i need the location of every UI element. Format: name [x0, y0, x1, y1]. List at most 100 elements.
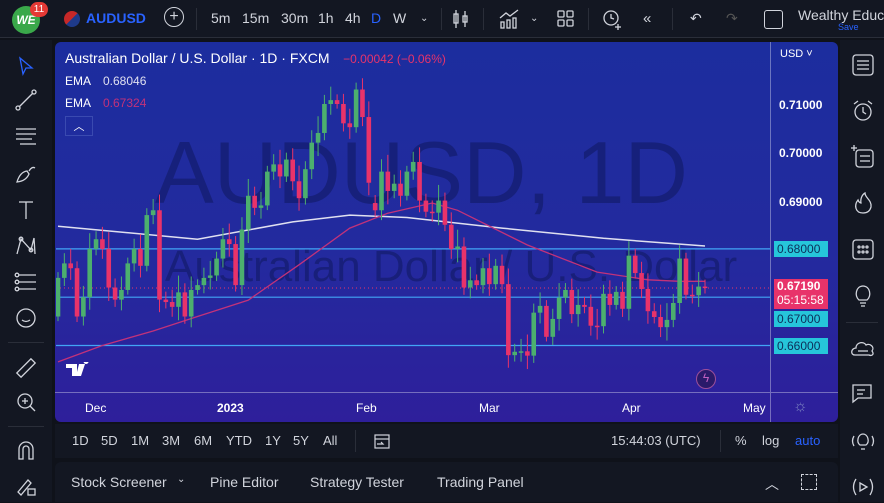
range-all[interactable]: All	[323, 433, 337, 448]
currency-selector[interactable]: USD ˅	[780, 48, 813, 60]
ema2-label[interactable]: EMA	[65, 96, 103, 110]
redo-icon[interactable]: ↷	[726, 10, 738, 27]
candle-body	[372, 203, 378, 211]
range-1m[interactable]: 1M	[131, 433, 149, 448]
layout-grid-icon[interactable]	[557, 10, 575, 28]
candle-body	[423, 200, 429, 212]
interval-w[interactable]: W	[393, 10, 406, 26]
text-icon[interactable]	[14, 198, 38, 222]
candle-body	[245, 195, 251, 230]
chevron-up-icon[interactable]: ︿	[765, 474, 779, 494]
tab-trading-panel[interactable]: Trading Panel	[437, 474, 524, 490]
candle-body	[303, 169, 308, 199]
candle-body	[518, 351, 524, 353]
candle-body	[417, 161, 422, 201]
tab-pine-editor[interactable]: Pine Editor	[210, 474, 278, 490]
price-axis[interactable]: USD ˅ 0.71000 0.70000 0.69000 0.68000 0.…	[770, 42, 838, 392]
indicators-icon[interactable]	[498, 9, 520, 29]
candle-body	[233, 244, 238, 286]
goto-date-icon[interactable]	[373, 432, 391, 450]
clock-time[interactable]: 15:44:03 (UTC)	[611, 433, 701, 448]
time-axis[interactable]: Dec 2023 Feb Mar Apr May ☼	[55, 392, 838, 422]
pattern-icon[interactable]	[14, 234, 38, 258]
chevron-down-icon[interactable]: ⌄	[420, 13, 428, 24]
maximize-icon[interactable]	[801, 474, 817, 490]
calendar-icon[interactable]	[850, 236, 876, 262]
candle-body	[176, 292, 181, 307]
candles-icon[interactable]	[452, 9, 470, 29]
range-5d[interactable]: 5D	[101, 433, 118, 448]
emoji-icon[interactable]	[14, 306, 38, 330]
save-button[interactable]: Save	[838, 22, 859, 32]
candle-body	[379, 171, 384, 211]
range-1d[interactable]: 1D	[72, 433, 89, 448]
fib-lines-icon[interactable]	[14, 124, 38, 148]
chat-cloud-icon[interactable]	[850, 336, 876, 362]
candle-body	[100, 239, 105, 249]
broadcast-play-icon[interactable]	[850, 474, 876, 500]
add-list-icon[interactable]	[850, 144, 876, 170]
messages-icon[interactable]	[850, 382, 876, 408]
ruler-icon[interactable]	[14, 356, 38, 380]
fullscreen-square-icon[interactable]	[764, 10, 783, 29]
candle-body	[56, 277, 61, 317]
hotlist-flame-icon[interactable]	[850, 190, 876, 216]
chevron-down-icon[interactable]: ⌄	[177, 474, 185, 485]
chart-pane[interactable]: AUDUSD, 1D Australian Dollar / U.S. Doll…	[55, 42, 838, 422]
alarm-clock-icon[interactable]	[850, 98, 876, 124]
hline-price-box: 0.66000	[774, 338, 828, 354]
interval-1h[interactable]: 1h	[318, 10, 334, 26]
range-3m[interactable]: 3M	[162, 433, 180, 448]
ideas-lightbulb-icon[interactable]	[850, 282, 876, 308]
ema1-label[interactable]: EMA	[65, 74, 103, 88]
replay-icon[interactable]: «	[643, 10, 651, 27]
ema1-value: 0.68046	[103, 74, 147, 88]
ema-line-fast	[57, 202, 705, 363]
candle-body	[569, 289, 575, 315]
collapse-legend-button[interactable]: ︿	[65, 116, 93, 136]
price-label: 0.69000	[779, 195, 823, 209]
events-flash-icon[interactable]: ϟ	[696, 369, 716, 389]
time-label: Feb	[356, 401, 377, 415]
interval-d[interactable]: D	[371, 10, 381, 26]
chevron-down-icon[interactable]: ⌄	[530, 13, 538, 24]
prediction-icon[interactable]	[14, 270, 38, 294]
percent-toggle[interactable]: %	[735, 433, 747, 448]
interval-15m[interactable]: 15m	[242, 10, 269, 26]
range-1y[interactable]: 1Y	[265, 433, 281, 448]
candle-body	[607, 293, 613, 305]
brush-icon[interactable]	[14, 162, 38, 186]
range-5y[interactable]: 5Y	[293, 433, 309, 448]
interval-4h[interactable]: 4h	[345, 10, 361, 26]
cursor-icon[interactable]	[14, 54, 38, 78]
tab-stock-screener[interactable]: Stock Screener	[71, 474, 167, 490]
candle-body	[645, 288, 651, 312]
candle-body	[220, 239, 226, 259]
candle-body	[182, 292, 188, 317]
auto-toggle[interactable]: auto	[795, 433, 820, 448]
compare-plus-icon[interactable]: +	[164, 7, 184, 27]
tab-strategy-tester[interactable]: Strategy Tester	[310, 474, 404, 490]
watchlist-icon[interactable]	[850, 52, 876, 78]
candle-body	[537, 305, 543, 313]
streams-bulb-icon[interactable]	[850, 428, 876, 454]
magnet-icon[interactable]	[14, 438, 38, 462]
legend-change: −0.00042 (−0.06%)	[343, 52, 446, 66]
candle-body	[575, 304, 581, 315]
symbol-search[interactable]: AUDUSD	[86, 10, 146, 26]
settings-sun-icon[interactable]: ☼	[793, 398, 808, 416]
zoom-in-icon[interactable]	[14, 390, 38, 414]
trend-line-icon[interactable]	[14, 88, 38, 112]
undo-icon[interactable]: ↶	[690, 10, 702, 27]
candle-body	[525, 351, 530, 356]
range-6m[interactable]: 6M	[194, 433, 212, 448]
layout-name[interactable]: Wealthy Educ...	[798, 7, 884, 23]
lock-drawings-icon[interactable]	[14, 474, 38, 498]
candle-body	[436, 200, 441, 213]
log-toggle[interactable]: log	[762, 433, 779, 448]
interval-30m[interactable]: 30m	[281, 10, 308, 26]
range-ytd[interactable]: YTD	[226, 433, 252, 448]
interval-5m[interactable]: 5m	[211, 10, 230, 26]
price-label: 0.70000	[779, 146, 823, 160]
alert-clock-icon[interactable]	[601, 7, 623, 31]
